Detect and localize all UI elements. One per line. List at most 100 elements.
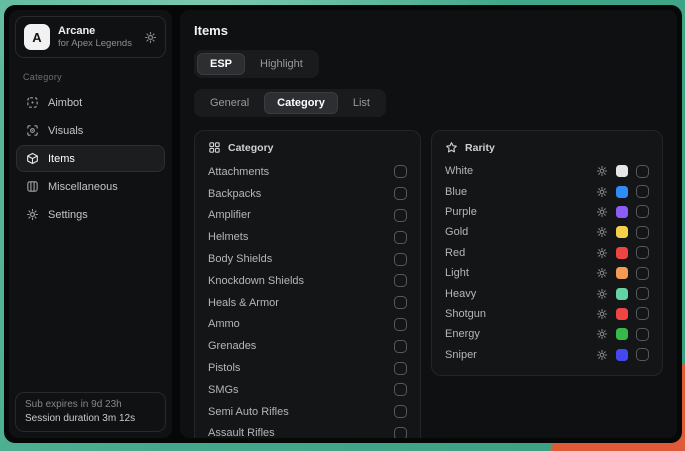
sidebar-section-label: Category	[23, 72, 158, 82]
category-row: Assault Rifles	[208, 423, 407, 438]
category-row-label: Ammo	[208, 318, 240, 330]
crosshair-icon	[26, 96, 39, 109]
category-checkbox[interactable]	[394, 362, 407, 375]
rarity-color-swatch[interactable]	[616, 308, 628, 320]
row-gear-icon[interactable]	[596, 328, 608, 340]
category-row-label: Helmets	[208, 231, 248, 243]
tab-category[interactable]: Category	[264, 92, 338, 114]
sidebar-item-label: Settings	[48, 209, 88, 221]
session-duration-text: Session duration 3m 12s	[25, 413, 156, 424]
mode-highlight[interactable]: Highlight	[247, 53, 316, 75]
rarity-checkbox[interactable]	[636, 267, 649, 280]
mode-toggle-group: ESPHighlight	[194, 50, 319, 78]
category-row-label: Pistols	[208, 362, 240, 374]
sidebar-item-miscellaneous[interactable]: Miscellaneous	[16, 173, 165, 200]
category-row: Attachments	[208, 161, 407, 183]
category-panel: Category Attachments Backpacks Amplifier…	[194, 130, 421, 438]
row-gear-icon[interactable]	[596, 267, 608, 279]
rarity-color-swatch[interactable]	[616, 267, 628, 279]
brand-card: A Arcane for Apex Legends	[15, 16, 166, 58]
rarity-color-swatch[interactable]	[616, 247, 628, 259]
sidebar-item-items[interactable]: Items	[16, 145, 165, 172]
rarity-row-label: Shotgun	[445, 308, 486, 320]
category-checkbox[interactable]	[394, 274, 407, 287]
rarity-panel-title: Rarity	[465, 142, 495, 154]
category-row: Ammo	[208, 314, 407, 336]
rarity-color-swatch[interactable]	[616, 206, 628, 218]
grid-icon	[208, 141, 221, 154]
category-checkbox[interactable]	[394, 209, 407, 222]
rarity-color-swatch[interactable]	[616, 186, 628, 198]
tab-general[interactable]: General	[197, 92, 262, 114]
category-checkbox[interactable]	[394, 340, 407, 353]
category-checkbox[interactable]	[394, 383, 407, 396]
rarity-checkbox[interactable]	[636, 307, 649, 320]
category-checkbox[interactable]	[394, 405, 407, 418]
brand-gear-icon[interactable]	[144, 31, 157, 44]
rarity-checkbox[interactable]	[636, 246, 649, 259]
row-gear-icon[interactable]	[596, 186, 608, 198]
rarity-checkbox[interactable]	[636, 348, 649, 361]
category-checkbox[interactable]	[394, 318, 407, 331]
sidebar-item-label: Aimbot	[48, 97, 82, 109]
rarity-checkbox[interactable]	[636, 165, 649, 178]
sidebar-item-visuals[interactable]: Visuals	[16, 117, 165, 144]
tab-bar: GeneralCategoryList	[194, 89, 386, 117]
category-row-label: Heals & Armor	[208, 297, 279, 309]
panels-row: Category Attachments Backpacks Amplifier…	[194, 130, 663, 438]
category-checkbox[interactable]	[394, 231, 407, 244]
rarity-row-label: Light	[445, 267, 469, 279]
category-row: Helmets	[208, 226, 407, 248]
rarity-row: Blue	[445, 181, 649, 201]
category-row-label: Backpacks	[208, 188, 261, 200]
rarity-row-label: Sniper	[445, 349, 477, 361]
app-logo: A	[24, 24, 50, 50]
subscription-info-card: Sub expires in 9d 23h Session duration 3…	[15, 392, 166, 432]
box-icon	[26, 152, 39, 165]
rarity-checkbox[interactable]	[636, 205, 649, 218]
rarity-row: White	[445, 161, 649, 181]
tab-list[interactable]: List	[340, 92, 383, 114]
sidebar-item-aimbot[interactable]: Aimbot	[16, 89, 165, 116]
category-row-label: Body Shields	[208, 253, 272, 265]
category-checkbox[interactable]	[394, 165, 407, 178]
sidebar-item-settings[interactable]: Settings	[16, 201, 165, 228]
row-gear-icon[interactable]	[596, 349, 608, 361]
row-gear-icon[interactable]	[596, 226, 608, 238]
sidebar-item-label: Items	[48, 153, 75, 165]
category-row: Amplifier	[208, 205, 407, 227]
rarity-checkbox[interactable]	[636, 185, 649, 198]
row-gear-icon[interactable]	[596, 247, 608, 259]
rarity-color-swatch[interactable]	[616, 226, 628, 238]
category-row: Semi Auto Rifles	[208, 401, 407, 423]
rarity-color-swatch[interactable]	[616, 288, 628, 300]
rarity-row-label: Blue	[445, 186, 467, 198]
category-row: Heals & Armor	[208, 292, 407, 314]
category-checkbox[interactable]	[394, 296, 407, 309]
rarity-row: Energy	[445, 324, 649, 344]
category-checkbox[interactable]	[394, 427, 407, 438]
category-rows: Attachments Backpacks Amplifier Helmets …	[208, 161, 407, 438]
category-row-label: Semi Auto Rifles	[208, 406, 289, 418]
row-gear-icon[interactable]	[596, 165, 608, 177]
rarity-checkbox[interactable]	[636, 226, 649, 239]
row-gear-icon[interactable]	[596, 288, 608, 300]
rarity-row-label: White	[445, 165, 473, 177]
category-checkbox[interactable]	[394, 253, 407, 266]
rarity-color-swatch[interactable]	[616, 349, 628, 361]
page-title: Items	[194, 23, 663, 38]
rarity-row: Purple	[445, 202, 649, 222]
category-checkbox[interactable]	[394, 187, 407, 200]
rarity-row-label: Heavy	[445, 288, 476, 300]
rarity-color-swatch[interactable]	[616, 328, 628, 340]
rarity-row-label: Energy	[445, 328, 480, 340]
rarity-checkbox[interactable]	[636, 328, 649, 341]
mode-esp[interactable]: ESP	[197, 53, 245, 75]
rarity-row-label: Red	[445, 247, 465, 259]
sidebar-item-label: Miscellaneous	[48, 181, 118, 193]
category-row: Grenades	[208, 335, 407, 357]
row-gear-icon[interactable]	[596, 206, 608, 218]
rarity-checkbox[interactable]	[636, 287, 649, 300]
row-gear-icon[interactable]	[596, 308, 608, 320]
rarity-color-swatch[interactable]	[616, 165, 628, 177]
